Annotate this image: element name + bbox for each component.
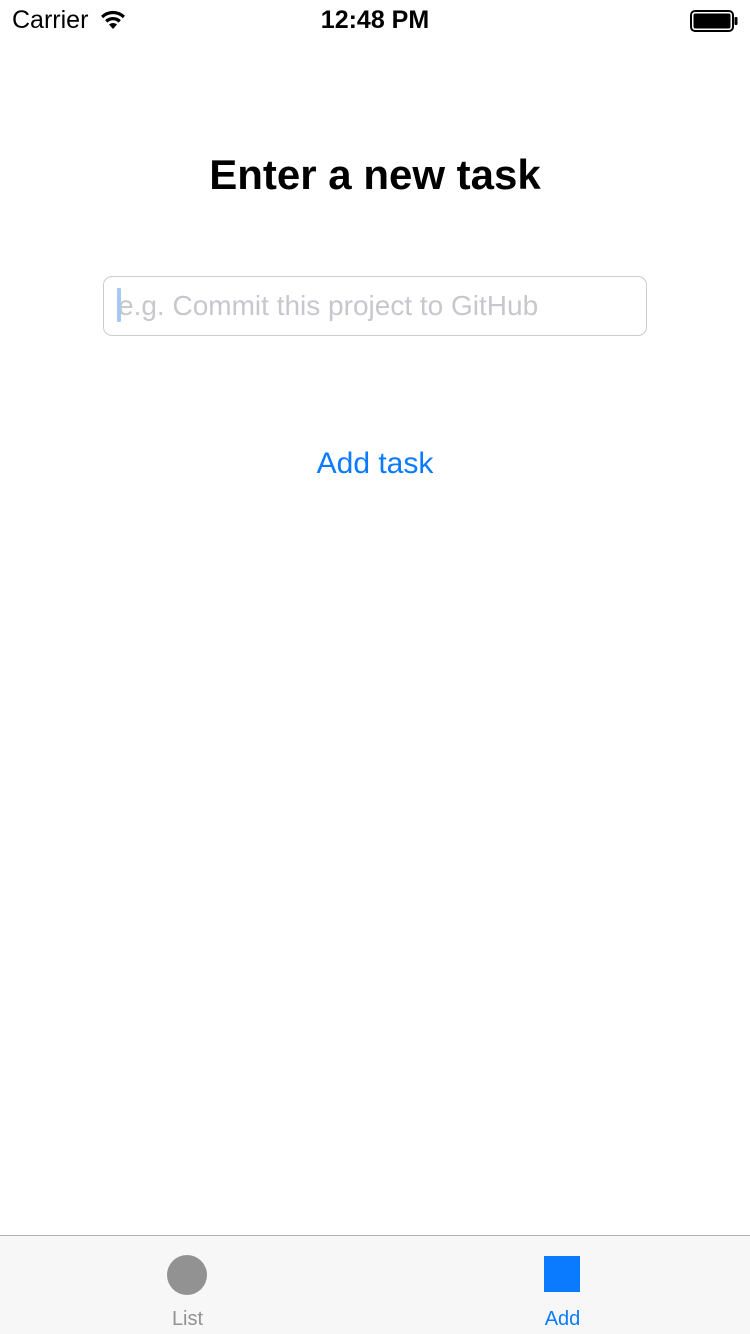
tab-list[interactable]: List <box>0 1236 375 1334</box>
tab-list-label: List <box>171 1308 204 1330</box>
battery-full-icon <box>690 10 738 32</box>
circle-icon <box>167 1255 207 1295</box>
square-icon <box>544 1256 580 1292</box>
tab-add[interactable]: Add <box>375 1236 750 1334</box>
add-task-button[interactable]: Add task <box>0 444 750 484</box>
screen: Carrier 12:48 PM Enter a new task Add ta… <box>0 0 750 1334</box>
status-time: 12:48 PM <box>320 6 430 34</box>
text-cursor <box>117 288 121 322</box>
tab-bar: List Add <box>0 1235 750 1334</box>
tab-add-label: Add <box>544 1308 581 1330</box>
task-input[interactable] <box>103 276 647 336</box>
page-title: Enter a new task <box>209 151 541 198</box>
status-bar: Carrier 12:48 PM <box>0 0 750 40</box>
